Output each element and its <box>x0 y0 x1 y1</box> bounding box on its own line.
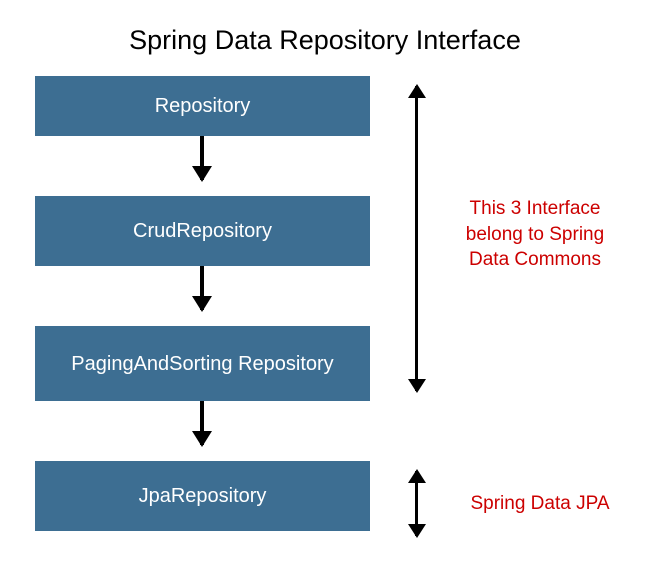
diagram-title: Spring Data Repository Interface <box>0 0 650 76</box>
annotation-jpa: Spring Data JPA <box>460 491 620 517</box>
box-label: JpaRepository <box>139 483 267 509</box>
arrow-down-icon <box>200 136 204 180</box>
bracket-arrow-icon <box>415 471 418 536</box>
box-paging-sorting-repository: PagingAndSorting Repository <box>35 326 370 401</box>
box-label: PagingAndSorting Repository <box>71 351 333 377</box>
bracket-arrow-icon <box>415 86 418 391</box>
diagram-container: Repository CrudRepository PagingAndSorti… <box>0 76 650 576</box>
arrow-down-icon <box>200 401 204 445</box>
box-crud-repository: CrudRepository <box>35 196 370 266</box>
box-label: Repository <box>155 93 251 119</box>
box-jpa-repository: JpaRepository <box>35 461 370 531</box>
box-repository: Repository <box>35 76 370 136</box>
arrow-down-icon <box>200 266 204 310</box>
annotation-commons: This 3 Interface belong to Spring Data C… <box>450 196 620 273</box>
box-label: CrudRepository <box>133 218 272 244</box>
